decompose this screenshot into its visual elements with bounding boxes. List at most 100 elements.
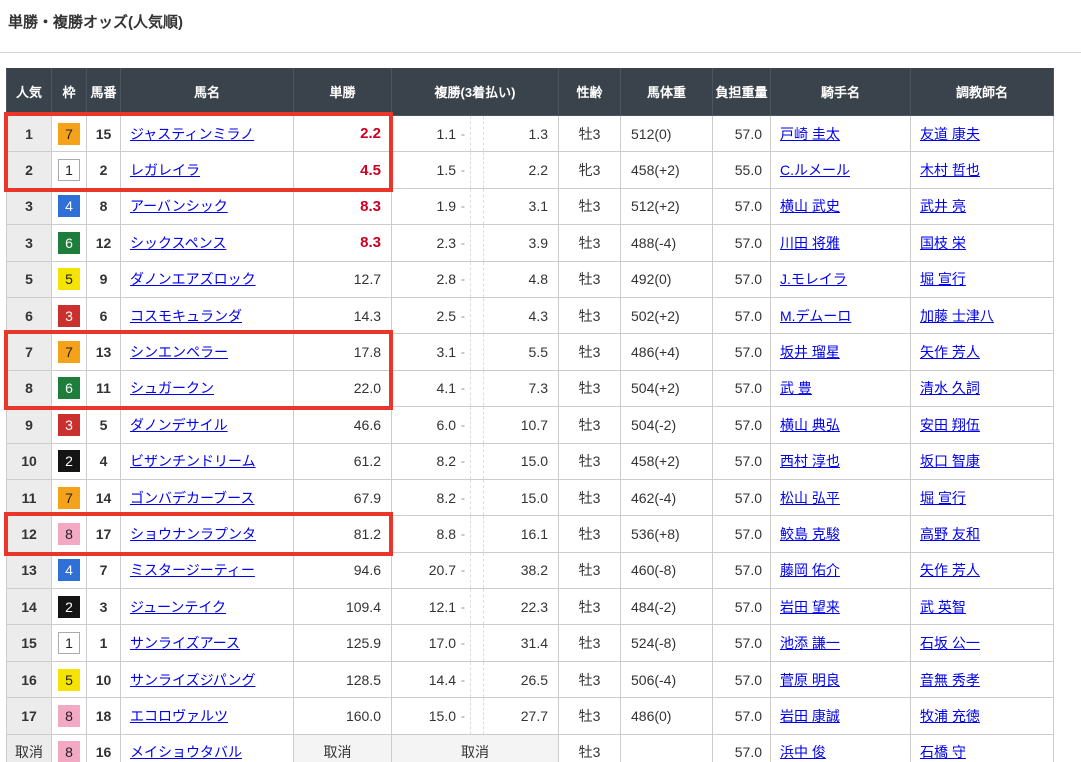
win-odds-cell: 17.8 xyxy=(294,334,392,370)
trainer-link[interactable]: 武 英智 xyxy=(920,599,966,615)
range-separator xyxy=(470,262,484,297)
trainer-link[interactable]: 坂口 智康 xyxy=(920,453,980,469)
place-odds-range: 3.1-5.5 xyxy=(392,334,558,369)
trainer-cell: 加藤 士津八 xyxy=(911,297,1054,333)
trainer-link[interactable]: 清水 久詞 xyxy=(920,380,980,396)
jockey-link[interactable]: 西村 淳也 xyxy=(780,453,840,469)
jockey-cell: 武 豊 xyxy=(771,370,911,406)
horse-name-link[interactable]: エコロヴァルツ xyxy=(130,708,228,724)
sex-age-cell: 牡3 xyxy=(559,116,621,152)
impost-cell: 57.0 xyxy=(713,589,771,625)
jockey-link[interactable]: 池添 謙一 xyxy=(780,635,840,651)
place-odds-max: 15.0 xyxy=(484,453,558,469)
jockey-link[interactable]: J.モレイラ xyxy=(780,271,847,287)
range-dash: - xyxy=(456,272,470,286)
horse-name-link[interactable]: サンライズアース xyxy=(130,635,240,651)
impost-cell: 57.0 xyxy=(713,734,771,762)
place-odds-max: 10.7 xyxy=(484,417,558,433)
jockey-link[interactable]: 浜中 俊 xyxy=(780,744,826,760)
place-odds-min: 3.1 xyxy=(392,344,456,360)
jockey-link[interactable]: M.デムーロ xyxy=(780,308,851,324)
trainer-link[interactable]: 高野 友和 xyxy=(920,526,980,542)
range-dash: - xyxy=(456,236,470,250)
jockey-link[interactable]: 藤岡 佑介 xyxy=(780,562,840,578)
jockey-link[interactable]: 坂井 瑠星 xyxy=(780,344,840,360)
trainer-link[interactable]: 石坂 公一 xyxy=(920,635,980,651)
horse-name-link[interactable]: ダノンデサイル xyxy=(130,417,228,433)
trainer-link[interactable]: 武井 亮 xyxy=(920,198,966,214)
horse-name-link[interactable]: ビザンチンドリーム xyxy=(130,453,256,469)
horse-name-link[interactable]: コスモキュランダ xyxy=(130,308,242,324)
trainer-link[interactable]: 友道 康夫 xyxy=(920,126,980,142)
horse-weight-cell xyxy=(621,734,713,762)
frame-cell: 3 xyxy=(52,407,87,443)
trainer-link[interactable]: 石橋 守 xyxy=(920,744,966,760)
frame-cell: 7 xyxy=(52,116,87,152)
trainer-cell: 堀 宣行 xyxy=(911,479,1054,515)
jockey-link[interactable]: 松山 弘平 xyxy=(780,490,840,506)
horse-name-link[interactable]: シックスペンス xyxy=(130,235,226,251)
horse-name-link[interactable]: レガレイラ xyxy=(130,162,200,178)
jockey-link[interactable]: 武 豊 xyxy=(780,380,812,396)
place-odds-cell: 20.7-38.2 xyxy=(392,552,559,588)
jockey-link[interactable]: 横山 典弘 xyxy=(780,417,840,433)
range-dash: - xyxy=(456,636,470,650)
trainer-cell: 矢作 芳人 xyxy=(911,552,1054,588)
trainer-link[interactable]: 牧浦 充徳 xyxy=(920,708,980,724)
jockey-link[interactable]: 横山 武史 xyxy=(780,198,840,214)
horse-name-link[interactable]: シンエンペラー xyxy=(130,344,228,360)
place-odds-cell: 17.0-31.4 xyxy=(392,625,559,661)
horse-name-link[interactable]: ショウナンラプンタ xyxy=(130,526,256,542)
frame-cell: 4 xyxy=(52,188,87,224)
impost-cell: 57.0 xyxy=(713,479,771,515)
horse-name-link[interactable]: ジューンテイク xyxy=(130,599,226,615)
trainer-link[interactable]: 堀 宣行 xyxy=(920,271,966,287)
horse-name-link[interactable]: ジャスティンミラノ xyxy=(130,126,254,142)
trainer-link[interactable]: 木村 哲也 xyxy=(920,162,980,178)
table-row: 7713シンエンペラー17.83.1-5.5牡3486(+4)57.0坂井 瑠星… xyxy=(7,334,1054,370)
horse-name-link[interactable]: ダノンエアズロック xyxy=(130,271,256,287)
horse-number-cell: 2 xyxy=(87,152,121,188)
jockey-link[interactable]: 鮫島 克駿 xyxy=(780,526,840,542)
jockey-link[interactable]: 岩田 望来 xyxy=(780,599,840,615)
horse-name-link[interactable]: ミスタージーティー xyxy=(130,562,255,578)
trainer-cell: 堀 宣行 xyxy=(911,261,1054,297)
horse-name-cell: ジャスティンミラノ xyxy=(121,116,294,152)
horse-name-link[interactable]: サンライズジパング xyxy=(130,672,255,688)
trainer-link[interactable]: 加藤 士津八 xyxy=(920,308,994,324)
sex-age-cell: 牡3 xyxy=(559,698,621,734)
place-odds-cell: 1.5-2.2 xyxy=(392,152,559,188)
jockey-link[interactable]: C.ルメール xyxy=(780,162,850,178)
odds-table-body: 1715ジャスティンミラノ2.21.1-1.3牡3512(0)57.0戸崎 圭太… xyxy=(7,116,1054,762)
sex-age-cell: 牡3 xyxy=(559,407,621,443)
jockey-link[interactable]: 戸崎 圭太 xyxy=(780,126,840,142)
place-odds-cell: 2.5-4.3 xyxy=(392,297,559,333)
horse-weight-cell: 524(-8) xyxy=(621,625,713,661)
trainer-link[interactable]: 堀 宣行 xyxy=(920,490,966,506)
horse-name-link[interactable]: アーバンシック xyxy=(130,198,228,214)
range-dash: - xyxy=(456,345,470,359)
horse-weight-cell: 492(0) xyxy=(621,261,713,297)
horse-weight-cell: 460(-8) xyxy=(621,552,713,588)
horse-name-link[interactable]: ゴンバデカーブース xyxy=(130,490,254,506)
jockey-cell: J.モレイラ xyxy=(771,261,911,297)
frame-cell: 4 xyxy=(52,552,87,588)
range-dash: - xyxy=(456,600,470,614)
jockey-link[interactable]: 岩田 康誠 xyxy=(780,708,840,724)
trainer-link[interactable]: 矢作 芳人 xyxy=(920,562,980,578)
jockey-cell: 浜中 俊 xyxy=(771,734,911,762)
horse-weight-cell: 486(0) xyxy=(621,698,713,734)
rank-cell: 11 xyxy=(7,479,52,515)
trainer-link[interactable]: 安田 翔伍 xyxy=(920,417,980,433)
horse-name-cell: サンライズアース xyxy=(121,625,294,661)
place-odds-max: 31.4 xyxy=(484,635,558,651)
place-odds-min: 8.8 xyxy=(392,526,456,542)
jockey-link[interactable]: 菅原 明良 xyxy=(780,672,840,688)
jockey-link[interactable]: 川田 将雅 xyxy=(780,235,840,251)
horse-name-link[interactable]: シュガークン xyxy=(130,380,214,396)
trainer-link[interactable]: 音無 秀孝 xyxy=(920,672,980,688)
trainer-link[interactable]: 矢作 芳人 xyxy=(920,344,980,360)
horse-name-link[interactable]: メイショウタバル xyxy=(130,744,242,760)
trainer-link[interactable]: 国枝 栄 xyxy=(920,235,966,251)
frame-badge: 2 xyxy=(58,596,80,618)
